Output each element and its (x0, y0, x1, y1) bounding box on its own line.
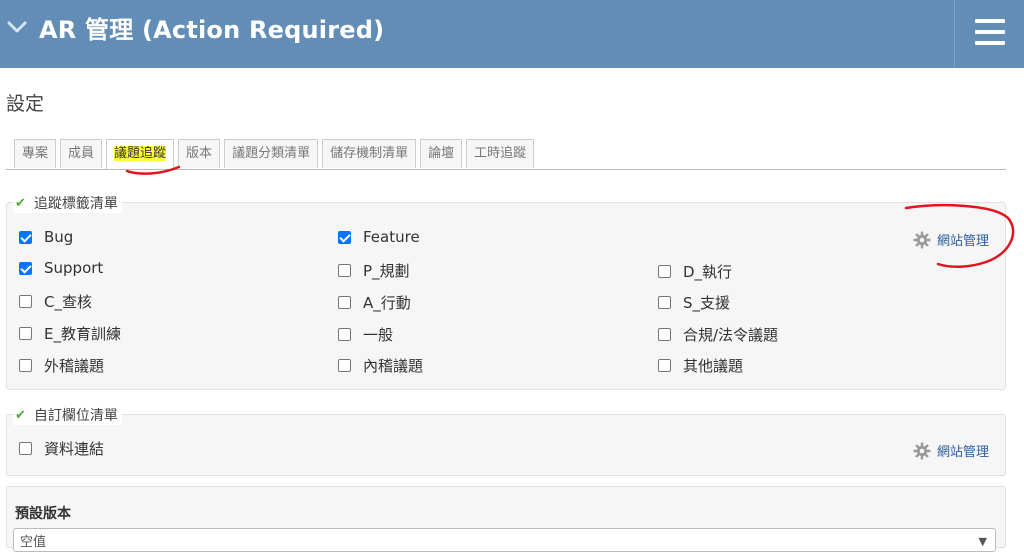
hamburger-menu-icon[interactable] (975, 19, 1005, 45)
tracker-s-support-label: S_支援 (683, 294, 731, 312)
chevron-down-icon: ▼ (978, 535, 987, 548)
tracker-other-label: 其他議題 (683, 357, 744, 375)
tracker-a-act-checkbox[interactable] (338, 296, 351, 309)
tracker-d-do-checkbox[interactable] (658, 265, 671, 278)
tracker-e-training-label: E_教育訓練 (44, 325, 121, 343)
tab-issue-tracking-label: 議題追蹤 (114, 146, 167, 161)
red-circle-annotation (904, 204, 1015, 268)
tracker-support-label: Support (44, 259, 104, 277)
custom-fields-legend-label: 自訂欄位清單 (33, 408, 118, 424)
tracker-c-check-label: C_查核 (44, 293, 92, 311)
tab-forums[interactable]: 論壇 (420, 139, 463, 168)
trackers-legend-label: 追蹤標籤清單 (33, 196, 118, 212)
tracker-feature-label: Feature (363, 228, 420, 246)
tracker-item-feature[interactable]: Feature (338, 228, 420, 246)
tracker-item-other[interactable]: 其他議題 (658, 355, 743, 376)
chevron-down-icon[interactable] (6, 16, 28, 38)
tracker-compliance-checkbox[interactable] (658, 328, 671, 341)
page-title: 設定 (6, 93, 45, 115)
tracker-item-c-check[interactable]: C_查核 (19, 291, 92, 312)
header-divider (954, 0, 955, 68)
tracker-item-external-audit[interactable]: 外稽議題 (19, 355, 104, 376)
tracker-external-audit-checkbox[interactable] (19, 359, 32, 372)
tab-members[interactable]: 成員 (60, 139, 103, 168)
trackers-legend: ✔ 追蹤標籤清單 (13, 193, 122, 213)
custom-field-data-link-label: 資料連結 (44, 440, 105, 458)
tracker-item-a-act[interactable]: A_行動 (338, 292, 411, 313)
custom-fields-fieldset (6, 414, 1006, 476)
tab-repositories[interactable]: 儲存機制清單 (322, 139, 417, 168)
tracker-item-general[interactable]: 一般 (338, 324, 393, 345)
tab-time-tracking[interactable]: 工時追蹤 (466, 139, 535, 168)
tracker-bug-checkbox[interactable] (19, 230, 32, 244)
tracker-item-bug[interactable]: Bug (19, 228, 73, 246)
custom-field-item-data-link[interactable]: 資料連結 (19, 438, 104, 459)
tracker-general-checkbox[interactable] (338, 328, 351, 341)
tracker-item-internal-audit[interactable]: 內稽議題 (338, 355, 423, 376)
tab-issue-categories[interactable]: 議題分類清單 (224, 139, 319, 168)
app-header: AR 管理 (Action Required) (0, 0, 1024, 68)
app-title: AR 管理 (Action Required) (39, 16, 385, 44)
custom-fields-legend: ✔ 自訂欄位清單 (13, 405, 122, 425)
tracker-s-support-checkbox[interactable] (658, 296, 671, 309)
tracker-compliance-label: 合規/法令議題 (683, 326, 779, 344)
tracker-item-e-training[interactable]: E_教育訓練 (19, 323, 121, 344)
tracker-general-label: 一般 (363, 326, 394, 344)
tab-versions[interactable]: 版本 (178, 139, 221, 168)
check-icon: ✔ (15, 407, 26, 423)
tracker-external-audit-label: 外稽議題 (44, 357, 105, 375)
tracker-item-support[interactable]: Support (19, 259, 103, 277)
tracker-support-checkbox[interactable] (19, 261, 32, 275)
tracker-item-compliance[interactable]: 合規/法令議題 (658, 324, 778, 345)
custom-fields-site-admin-label: 網站管理 (937, 445, 990, 460)
custom-fields-site-admin-link[interactable]: 網站管理 (913, 441, 989, 460)
tracker-a-act-label: A_行動 (363, 294, 411, 312)
default-version-label: 預設版本 (15, 506, 71, 522)
gear-icon (913, 442, 931, 459)
tracker-internal-audit-label: 內稽議題 (363, 357, 424, 375)
trackers-fieldset (6, 202, 1006, 390)
tracker-item-s-support[interactable]: S_支援 (658, 292, 730, 313)
check-icon: ✔ (15, 195, 26, 211)
tracker-d-do-label: D_執行 (683, 263, 733, 281)
tracker-item-d-do[interactable]: D_執行 (658, 261, 732, 282)
tracker-bug-label: Bug (44, 228, 74, 246)
tracker-internal-audit-checkbox[interactable] (338, 359, 351, 372)
settings-tabs: 專案 成員 議題追蹤 版本 議題分類清單 儲存機制清單 論壇 工時追蹤 (14, 139, 538, 170)
red-underline-annotation (125, 165, 181, 175)
tracker-p-plan-checkbox[interactable] (338, 264, 351, 277)
default-version-select[interactable]: 空值 ▼ (13, 528, 996, 552)
tracker-p-plan-label: P_規劃 (363, 262, 410, 280)
tracker-feature-checkbox[interactable] (338, 230, 351, 244)
tracker-item-p-plan[interactable]: P_規劃 (338, 260, 410, 281)
default-version-value: 空值 (20, 535, 47, 550)
tab-project[interactable]: 專案 (14, 139, 57, 168)
tracker-other-checkbox[interactable] (658, 359, 671, 372)
tracker-c-check-checkbox[interactable] (19, 295, 32, 308)
tracker-e-training-checkbox[interactable] (19, 327, 32, 340)
custom-field-data-link-checkbox[interactable] (19, 442, 32, 455)
